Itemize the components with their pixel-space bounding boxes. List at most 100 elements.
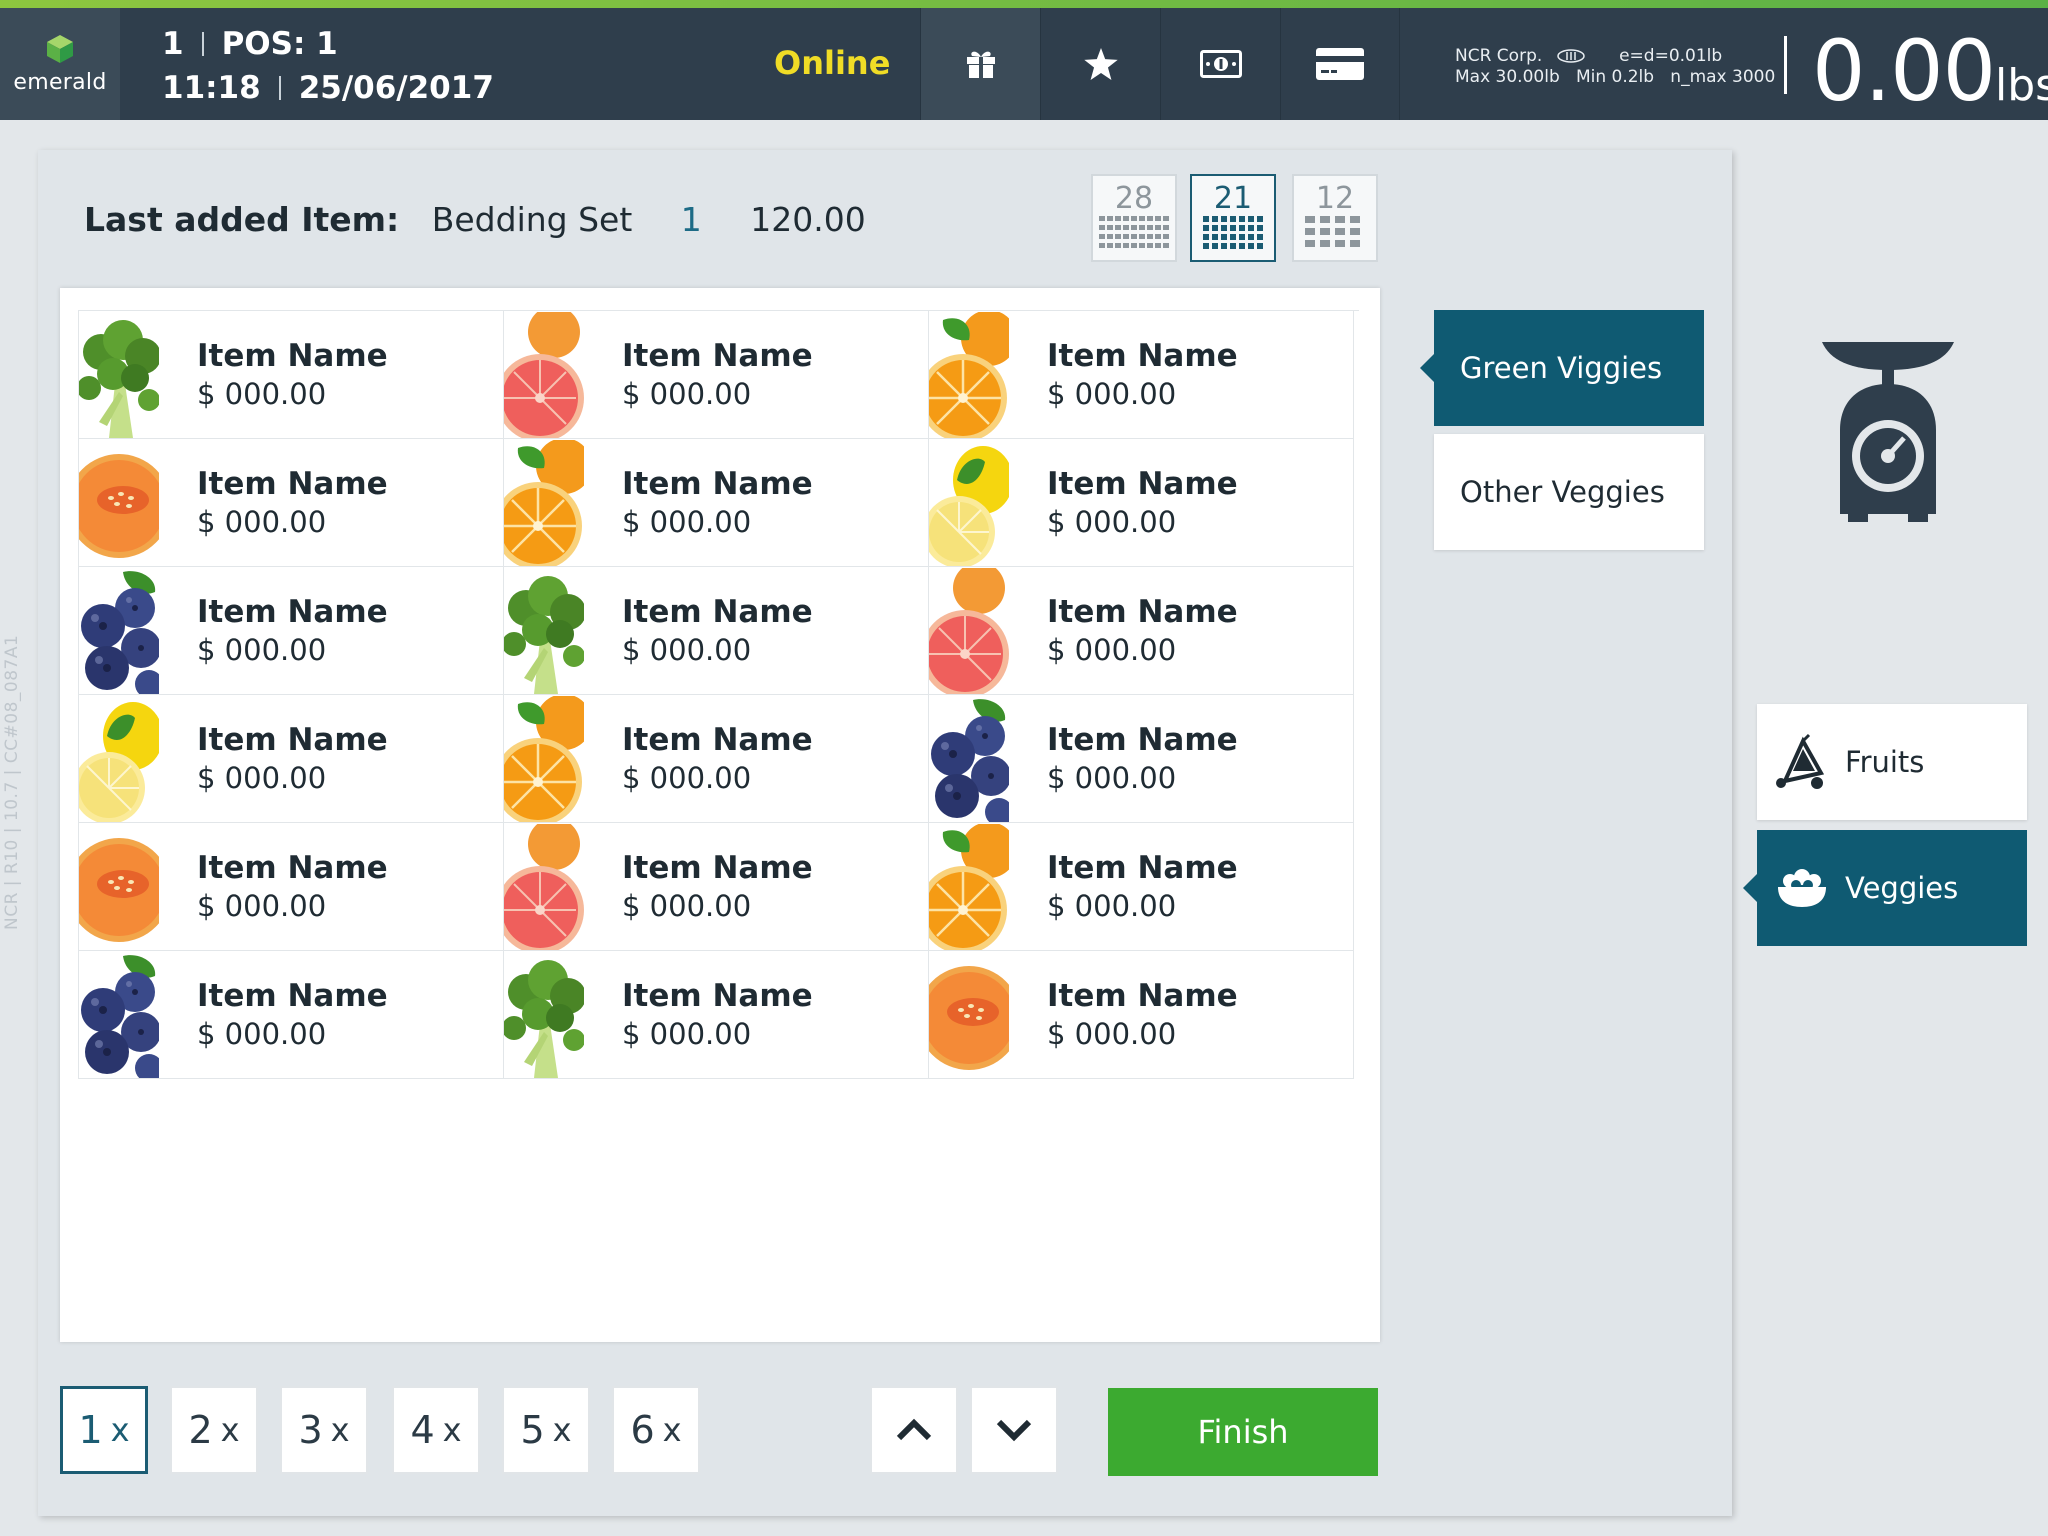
product-name: Item Name bbox=[1047, 849, 1238, 886]
grid-dot bbox=[1203, 225, 1209, 231]
product-info: Item Name $ 000.00 bbox=[622, 465, 813, 541]
product-tile[interactable]: Item Name $ 000.00 bbox=[79, 823, 504, 951]
grid-size-12-button[interactable]: 12 bbox=[1292, 174, 1378, 262]
chevron-down-icon bbox=[996, 1419, 1032, 1442]
product-tile[interactable]: Item Name $ 000.00 bbox=[504, 567, 929, 695]
card-button[interactable] bbox=[1280, 8, 1400, 120]
product-thumbnail bbox=[504, 439, 584, 566]
product-tile[interactable]: Item Name $ 000.00 bbox=[79, 951, 504, 1079]
grid-size-21-button[interactable]: 21 bbox=[1190, 174, 1276, 262]
product-tile[interactable]: Item Name $ 000.00 bbox=[504, 695, 929, 823]
product-price: $ 000.00 bbox=[197, 632, 327, 667]
grid-dot bbox=[1155, 225, 1161, 230]
product-thumbnail bbox=[79, 311, 159, 438]
broccoli-image bbox=[504, 951, 584, 1078]
product-tile[interactable]: Item Name $ 000.00 bbox=[79, 311, 504, 439]
product-tile[interactable]: Item Name $ 000.00 bbox=[929, 823, 1354, 951]
scale-nmax: n_max 3000 bbox=[1670, 67, 1776, 87]
pos-info: 1 POS: 1 11:18 25/06/2017 bbox=[162, 22, 494, 110]
grid-dot bbox=[1203, 234, 1209, 240]
product-info: Item Name $ 000.00 bbox=[622, 721, 813, 797]
quantity-3x-button[interactable]: 3x bbox=[280, 1386, 368, 1474]
qty-x: x bbox=[330, 1411, 350, 1449]
product-tile[interactable]: Item Name $ 000.00 bbox=[79, 439, 504, 567]
active-pointer bbox=[1420, 354, 1434, 382]
gift-button[interactable] bbox=[920, 8, 1040, 120]
grid-dot bbox=[1147, 225, 1153, 230]
grid-dot bbox=[1139, 216, 1145, 221]
product-name: Item Name bbox=[1047, 721, 1238, 758]
qty-number: 4 bbox=[410, 1408, 435, 1452]
product-info: Item Name $ 000.00 bbox=[622, 337, 813, 413]
product-tile[interactable]: Item Name $ 000.00 bbox=[929, 311, 1354, 439]
category-veggies[interactable]: Veggies bbox=[1757, 830, 2027, 946]
grid-dot bbox=[1257, 225, 1263, 231]
product-price: $ 000.00 bbox=[622, 760, 752, 795]
quantity-2x-button[interactable]: 2x bbox=[170, 1386, 258, 1474]
grid-dot bbox=[1221, 225, 1227, 231]
items-grid: Item Name $ 000.00 Item Name $ 000.00 It… bbox=[78, 310, 1359, 1079]
scroll-down-button[interactable] bbox=[970, 1386, 1058, 1474]
grid-dot bbox=[1212, 216, 1218, 222]
product-tile[interactable]: Item Name $ 000.00 bbox=[929, 567, 1354, 695]
divider bbox=[1784, 36, 1787, 94]
cash-button[interactable] bbox=[1160, 8, 1280, 120]
product-tile[interactable]: Item Name $ 000.00 bbox=[929, 695, 1354, 823]
quantity-4x-button[interactable]: 4x bbox=[392, 1386, 480, 1474]
product-info: Item Name $ 000.00 bbox=[1047, 977, 1238, 1053]
last-added-qty: 1 bbox=[680, 200, 702, 239]
grid-dot bbox=[1335, 216, 1345, 223]
product-tile[interactable]: Item Name $ 000.00 bbox=[504, 823, 929, 951]
grid-dot bbox=[1131, 243, 1137, 248]
cash-icon bbox=[1199, 50, 1242, 78]
product-info: Item Name $ 000.00 bbox=[197, 977, 388, 1053]
grid-12-icon bbox=[1305, 216, 1360, 247]
product-name: Item Name bbox=[622, 465, 813, 502]
product-name: Item Name bbox=[622, 977, 813, 1014]
grid-dot bbox=[1350, 240, 1360, 247]
product-thumbnail bbox=[504, 951, 584, 1078]
product-name: Item Name bbox=[622, 593, 813, 630]
favorites-button[interactable] bbox=[1040, 8, 1160, 120]
product-thumbnail bbox=[929, 951, 1009, 1078]
items-container: Item Name $ 000.00 Item Name $ 000.00 It… bbox=[60, 288, 1380, 1342]
grid-dot bbox=[1305, 228, 1315, 235]
quantity-6x-button[interactable]: 6x bbox=[612, 1386, 700, 1474]
grid-dot bbox=[1147, 243, 1153, 248]
grid-size-28-button[interactable]: 28 bbox=[1091, 174, 1177, 262]
emerald-cube-icon bbox=[47, 34, 73, 63]
product-name: Item Name bbox=[197, 593, 388, 630]
finish-button[interactable]: Finish bbox=[1108, 1388, 1378, 1476]
subcategory-green-viggies[interactable]: Green Viggies bbox=[1434, 310, 1704, 426]
qty-x: x bbox=[110, 1411, 130, 1449]
grid-dot bbox=[1305, 240, 1315, 247]
product-name: Item Name bbox=[622, 849, 813, 886]
product-price: $ 000.00 bbox=[622, 504, 752, 539]
grid-dot bbox=[1203, 216, 1209, 222]
melon-image bbox=[79, 823, 159, 950]
scroll-up-button[interactable] bbox=[870, 1386, 958, 1474]
qty-number: 2 bbox=[188, 1408, 213, 1452]
product-tile[interactable]: Item Name $ 000.00 bbox=[79, 695, 504, 823]
product-price: $ 000.00 bbox=[197, 888, 327, 923]
grid-dot bbox=[1155, 243, 1161, 248]
grid-dot bbox=[1155, 216, 1161, 221]
product-tile[interactable]: Item Name $ 000.00 bbox=[504, 311, 929, 439]
quantity-5x-button[interactable]: 5x bbox=[502, 1386, 590, 1474]
product-price: $ 000.00 bbox=[1047, 632, 1177, 667]
qty-number: 3 bbox=[298, 1408, 323, 1452]
product-tile[interactable]: Item Name $ 000.00 bbox=[504, 439, 929, 567]
product-tile[interactable]: Item Name $ 000.00 bbox=[79, 567, 504, 695]
product-info: Item Name $ 000.00 bbox=[1047, 593, 1238, 669]
product-tile[interactable]: Item Name $ 000.00 bbox=[504, 951, 929, 1079]
product-thumbnail bbox=[79, 823, 159, 950]
subcategory-other-veggies[interactable]: Other Veggies bbox=[1434, 434, 1704, 550]
last-added-price: 120.00 bbox=[750, 200, 866, 239]
product-tile[interactable]: Item Name $ 000.00 bbox=[929, 439, 1354, 567]
broccoli-image bbox=[79, 311, 159, 438]
quantity-1x-button[interactable]: 1x bbox=[60, 1386, 148, 1474]
category-fruits[interactable]: Fruits bbox=[1757, 704, 2027, 820]
product-info: Item Name $ 000.00 bbox=[622, 977, 813, 1053]
qty-number: 6 bbox=[630, 1408, 655, 1452]
product-tile[interactable]: Item Name $ 000.00 bbox=[929, 951, 1354, 1079]
